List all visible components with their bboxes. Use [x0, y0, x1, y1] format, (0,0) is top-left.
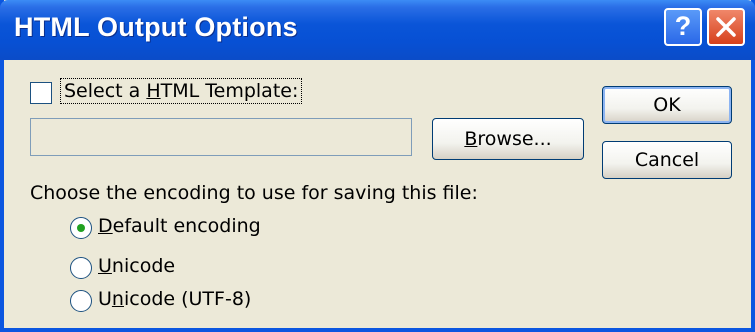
- help-button[interactable]: ?: [664, 8, 702, 46]
- close-button[interactable]: [707, 8, 745, 46]
- browse-button[interactable]: Browse...: [432, 118, 584, 160]
- close-icon: [716, 17, 736, 37]
- radio-selected-dot: [77, 224, 85, 232]
- dialog-title: HTML Output Options: [14, 12, 298, 42]
- help-icon: ?: [674, 11, 692, 41]
- unicode-utf8-radio[interactable]: [70, 290, 92, 312]
- template-checkbox-label[interactable]: Select a HTML Template:: [60, 78, 303, 104]
- template-checkbox[interactable]: [30, 82, 52, 104]
- unicode-radio[interactable]: [70, 257, 92, 279]
- ok-button[interactable]: OK: [602, 86, 732, 124]
- title-bar[interactable]: HTML Output Options ?: [0, 0, 755, 60]
- default-encoding-radio[interactable]: [70, 217, 92, 239]
- encoding-prompt: Choose the encoding to use for saving th…: [30, 182, 478, 204]
- unicode-utf8-label[interactable]: Unicode (UTF-8): [98, 288, 251, 310]
- dialog-window: HTML Output Options ? Select a HTML Temp…: [0, 0, 755, 332]
- cancel-button[interactable]: Cancel: [602, 141, 732, 179]
- dialog-content: Select a HTML Template: Browse... OK Can…: [4, 60, 755, 332]
- unicode-label[interactable]: Unicode: [98, 255, 175, 277]
- template-path-field[interactable]: [30, 118, 412, 156]
- default-encoding-label[interactable]: Default encoding: [98, 215, 261, 237]
